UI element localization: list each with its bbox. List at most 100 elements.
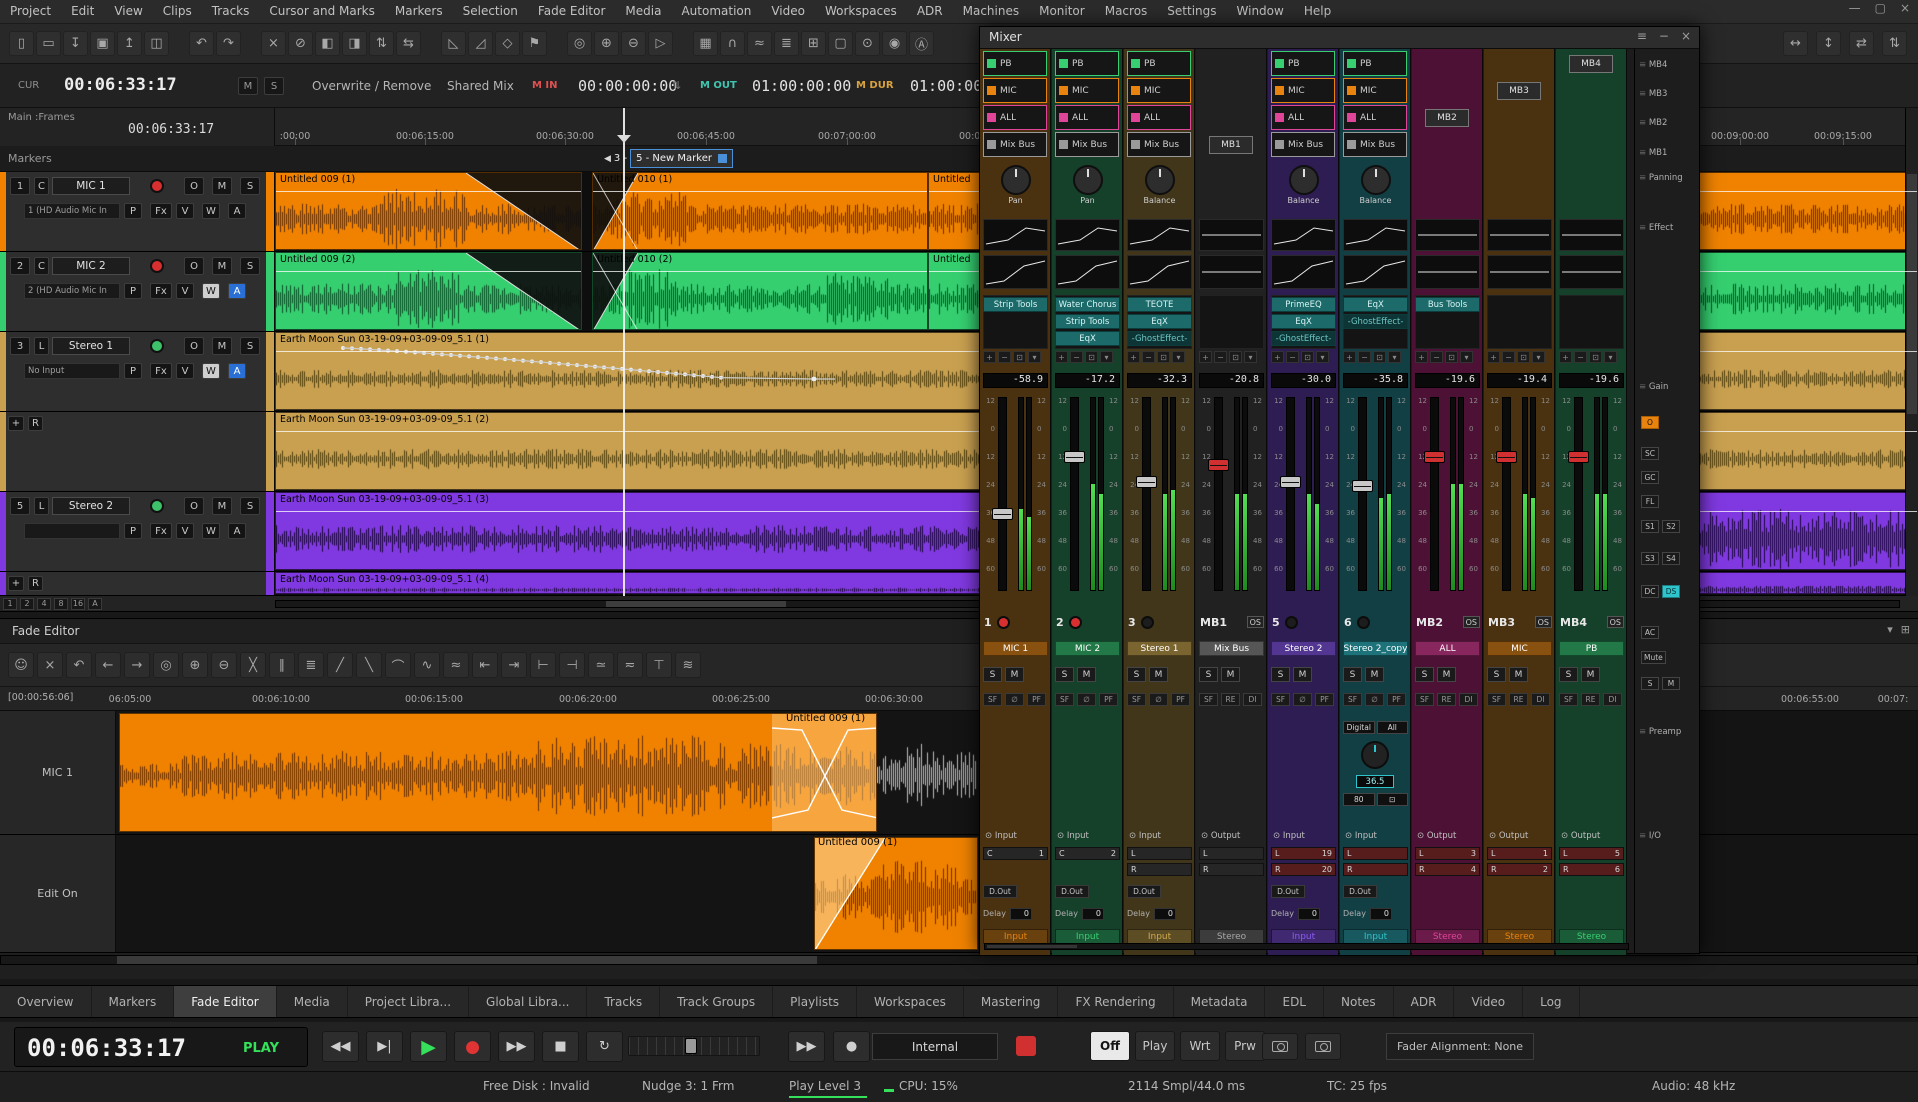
track-v-button[interactable]: V — [176, 203, 194, 219]
tab-adr[interactable]: ADR — [1394, 986, 1455, 1017]
mode-off-button[interactable]: Off — [1090, 1031, 1130, 1061]
track-expand-button[interactable]: + — [8, 416, 24, 431]
zoom-preset-1[interactable]: 1 — [3, 598, 17, 610]
fader-knob[interactable] — [992, 508, 1013, 520]
open-project-icon[interactable]: ▭ — [36, 31, 61, 56]
item-button[interactable]: ∅ — [1293, 693, 1312, 706]
track-p-button[interactable]: P — [124, 363, 142, 379]
re-button[interactable]: RE — [1221, 693, 1240, 706]
mode-prw-button[interactable]: Prw — [1225, 1031, 1265, 1061]
master-section-mb2[interactable]: MB2 — [1639, 118, 1667, 128]
solo-button[interactable]: S — [1127, 667, 1146, 682]
slot-tool-item-button[interactable]: + — [1487, 351, 1500, 363]
menu-project[interactable]: Project — [0, 0, 61, 23]
slot-tool-item-button[interactable]: + — [1199, 351, 1212, 363]
pf-button[interactable]: PF — [1387, 693, 1406, 706]
pan-knob[interactable] — [1145, 165, 1175, 195]
mute-button[interactable]: M — [1509, 667, 1528, 682]
bus-assign-all-button[interactable]: ALL — [1343, 105, 1407, 130]
split-icon[interactable]: ⇅ — [369, 31, 394, 56]
plugin-ghosteffect[interactable]: -GhostEffect- — [1127, 331, 1192, 346]
slot-tool-item-button[interactable]: ⊡ — [1445, 351, 1458, 363]
master-section-mb1[interactable]: MB1 — [1639, 148, 1667, 158]
paste-icon[interactable]: ◨ — [342, 31, 367, 56]
fade-out-icon[interactable]: ◿ — [468, 31, 493, 56]
ripple-icon[interactable]: ⇆ — [396, 31, 421, 56]
jog-slider[interactable] — [628, 1036, 760, 1056]
menu-help[interactable]: Help — [1294, 0, 1341, 23]
monitor-icon[interactable]: ∩ — [720, 31, 745, 56]
mute-button[interactable]: M — [1581, 667, 1600, 682]
undo-icon[interactable]: ↶ — [66, 652, 92, 678]
io-routing-row[interactable]: L19 — [1271, 847, 1336, 860]
delete-icon[interactable]: × — [261, 31, 286, 56]
channel-name[interactable]: Stereo 2_copy — [1343, 641, 1408, 656]
envelope-smiley-icon[interactable]: ☺ — [8, 652, 34, 678]
mute-all-button[interactable]: M — [238, 77, 258, 95]
track-fx-button[interactable]: Fx — [150, 203, 172, 219]
bus-assign-mic-button[interactable]: MIC — [1055, 78, 1119, 103]
plugin-eqx[interactable]: EqX — [1343, 297, 1408, 312]
delay-value[interactable]: 0 — [1082, 908, 1104, 920]
tab-log[interactable]: Log — [1523, 986, 1579, 1017]
tab-video[interactable]: Video — [1454, 986, 1523, 1017]
mixer-minimize-icon[interactable]: − — [1659, 29, 1669, 43]
master-dc-button[interactable]: DC — [1641, 585, 1659, 598]
bus-assign-pb-button[interactable]: PB — [1343, 51, 1407, 76]
jog-ball-button[interactable]: ● — [833, 1031, 870, 1062]
fade-editor-clip[interactable] — [814, 837, 978, 950]
jog-slider-handle[interactable] — [685, 1038, 697, 1054]
record-arm-button[interactable] — [150, 259, 164, 273]
auto-mode-icon[interactable]: Ⓐ — [909, 31, 934, 56]
track-m-button[interactable]: M — [212, 177, 232, 195]
slot-tool-item-button[interactable]: + — [1559, 351, 1572, 363]
rewind-button[interactable]: ◀◀ — [322, 1031, 359, 1062]
bus-assign-pb-button[interactable]: PB — [1055, 51, 1119, 76]
pf-button[interactable]: PF — [1171, 693, 1190, 706]
channel-name[interactable]: Stereo 1 — [1127, 641, 1192, 656]
mute-button[interactable]: M — [1149, 667, 1168, 682]
fader-level-display[interactable]: -35.8 — [1343, 373, 1408, 388]
record-arm-button[interactable] — [1141, 616, 1154, 629]
record-arm-button[interactable] — [150, 499, 164, 513]
slot-tool-item-button[interactable]: − — [1574, 351, 1587, 363]
fader-groove[interactable] — [998, 397, 1007, 591]
mute-button[interactable]: M — [1005, 667, 1024, 682]
plugin-eqx[interactable]: EqX — [1271, 314, 1336, 329]
solo-button[interactable]: S — [1415, 667, 1434, 682]
zoom-preset-2[interactable]: 2 — [20, 598, 34, 610]
tab-edl[interactable]: EDL — [1265, 986, 1324, 1017]
undo-icon[interactable]: ↶ — [189, 31, 214, 56]
fader-level-display[interactable]: -58.9 — [983, 373, 1048, 388]
slot-tool-item-button[interactable]: ▾ — [1244, 351, 1257, 363]
slot-tool-item-button[interactable]: ▾ — [1604, 351, 1617, 363]
master-sc-button[interactable]: SC — [1641, 447, 1659, 460]
play-button[interactable]: ▶ — [410, 1031, 447, 1062]
menu-cursor-and-marks[interactable]: Cursor and Marks — [259, 0, 385, 23]
tracks-vscrollbar[interactable] — [1905, 108, 1918, 596]
io-routing-row[interactable]: L5 — [1559, 847, 1624, 860]
track-m-button[interactable]: M — [212, 257, 232, 275]
tab-overview[interactable]: Overview — [0, 986, 92, 1017]
pan-knob[interactable] — [1361, 165, 1391, 195]
audio-clip[interactable]: Untitled 010 (1) — [592, 172, 928, 250]
record-arm-button[interactable] — [1357, 616, 1370, 629]
target-icon[interactable]: ⊙ — [855, 31, 880, 56]
digital-all-button[interactable]: All — [1377, 721, 1409, 734]
io-routing-row[interactable]: C2 — [1055, 847, 1120, 860]
solo-all-button[interactable]: S — [264, 77, 284, 95]
delay-value[interactable]: 0 — [1154, 908, 1176, 920]
copy-icon[interactable]: ◧ — [315, 31, 340, 56]
bus-id-chip[interactable]: MB2 — [1425, 109, 1469, 127]
maximize-icon[interactable]: ▢ — [1875, 1, 1886, 15]
track-s-button[interactable]: S — [240, 257, 260, 275]
bus-assign-mix-bus-button[interactable]: Mix Bus — [1055, 132, 1119, 157]
audio-clip[interactable]: Untitled 009 (1) — [275, 172, 582, 250]
track-fx-button[interactable]: Fx — [150, 363, 172, 379]
master-s4-button[interactable]: S4 — [1662, 552, 1680, 565]
master-section-effect[interactable]: Effect — [1639, 223, 1673, 233]
direct-out-button[interactable]: D.Out — [1127, 885, 1161, 898]
mute-button[interactable]: M — [1077, 667, 1096, 682]
re-button[interactable]: RE — [1509, 693, 1528, 706]
bus-assign-mic-button[interactable]: MIC — [1271, 78, 1335, 103]
